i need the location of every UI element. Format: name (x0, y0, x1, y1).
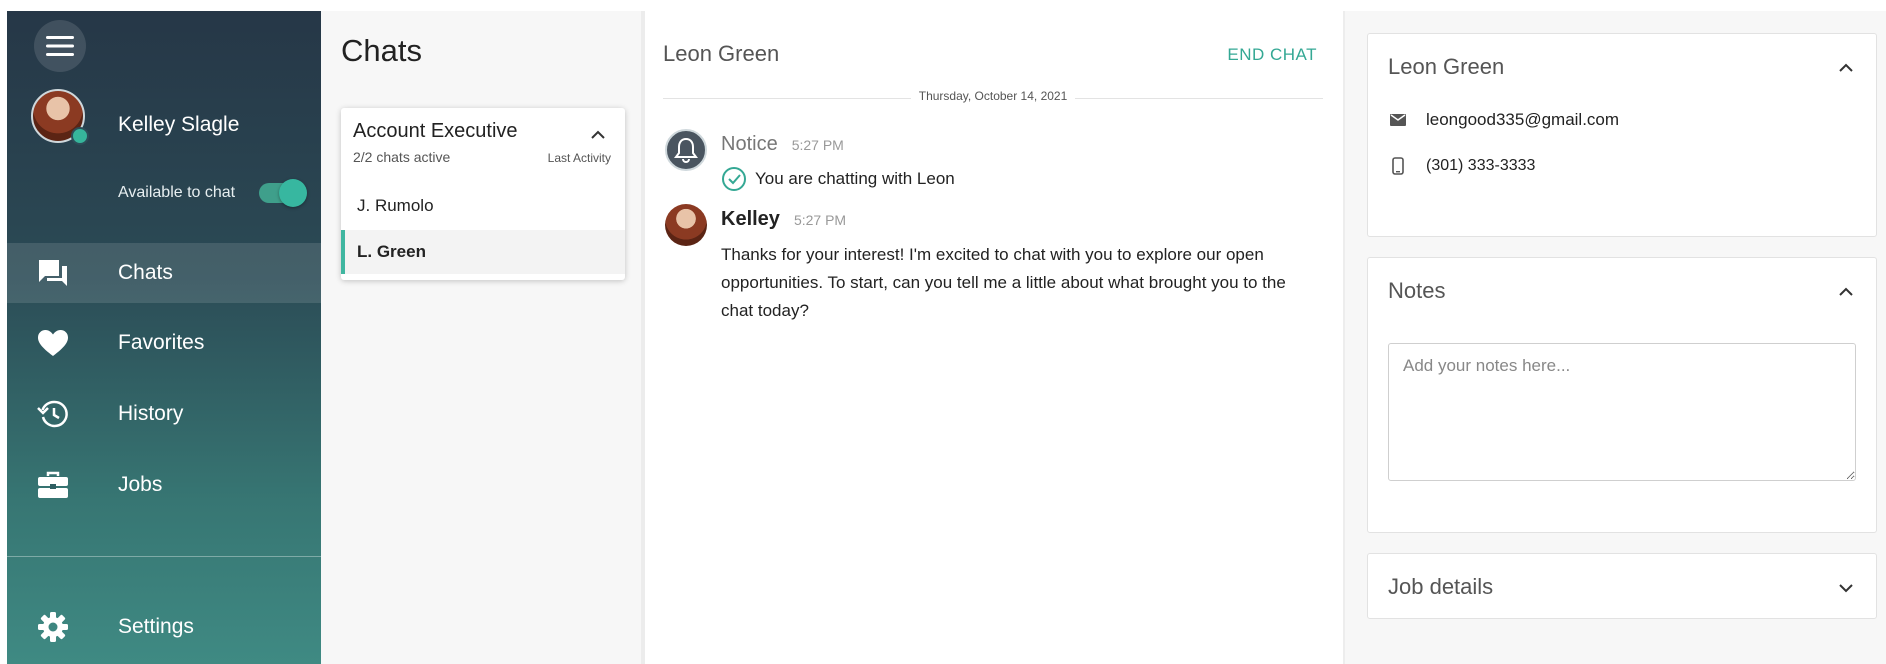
sidebar-item-chats[interactable]: Chats (7, 243, 321, 303)
bell-icon (674, 137, 698, 163)
chevron-up-icon[interactable] (587, 124, 609, 146)
sender-name: Notice (721, 133, 778, 155)
contact-phone-row: (301) 333-3333 (1388, 157, 1535, 175)
chevron-up-icon[interactable] (1834, 56, 1858, 80)
sender-avatar (665, 204, 707, 246)
notes-title: Notes (1388, 278, 1446, 303)
contact-email[interactable]: leongood335@gmail.com (1426, 110, 1619, 130)
contact-phone[interactable]: (301) 333-3333 (1426, 157, 1535, 175)
chat-list-item[interactable]: L. Green (341, 230, 625, 274)
message-time: 5:27 PM (791, 137, 844, 153)
date-label: Thursday, October 14, 2021 (910, 89, 1076, 103)
sidebar-item-label: History (118, 402, 184, 425)
sidebar-item-settings[interactable]: Settings (7, 597, 321, 657)
sidebar: Kelley Slagle Available to chat Chats Fa… (7, 11, 321, 664)
chat-icon (35, 255, 71, 291)
date-separator: Thursday, October 14, 2021 (649, 89, 1337, 103)
heart-icon (35, 325, 71, 361)
sender-name: Kelley (721, 208, 780, 230)
page-title: Chats (341, 33, 422, 68)
details-panel: Leon Green leongood335@gmail.com (301) 3… (1343, 11, 1886, 664)
notes-card: Notes (1367, 257, 1877, 533)
phone-icon (1388, 157, 1408, 175)
job-details-title: Job details (1388, 574, 1494, 599)
notice-text: You are chatting with Leon (755, 169, 955, 188)
sidebar-item-label: Favorites (118, 331, 205, 354)
notice-avatar (665, 129, 707, 171)
message-sender: Kelley 5:27 PM (721, 208, 846, 231)
sidebar-item-label: Chats (118, 261, 173, 284)
end-chat-button[interactable]: END CHAT (1227, 45, 1317, 65)
app-window: Kelley Slagle Available to chat Chats Fa… (0, 0, 1886, 664)
sidebar-divider (7, 556, 321, 557)
contact-email-row: leongood335@gmail.com (1388, 110, 1619, 130)
mail-icon (1388, 114, 1408, 126)
chat-list-item[interactable]: J. Rumolo (341, 184, 625, 228)
queue-name: Account Executive (353, 120, 518, 142)
active-chats-count: 2/2 chats active (353, 149, 451, 165)
user-name: Kelley Slagle (118, 113, 240, 136)
sidebar-item-history[interactable]: History (7, 384, 321, 444)
hamburger-icon (46, 36, 74, 56)
sort-label: Last Activity (547, 151, 611, 165)
menu-button[interactable] (34, 20, 86, 72)
sidebar-item-label: Settings (118, 615, 194, 638)
contact-name: Leon Green (1388, 54, 1505, 79)
chat-queue-card: Account Executive 2/2 chats active Last … (341, 108, 625, 280)
conversation-title: Leon Green (663, 41, 780, 66)
sidebar-item-label: Jobs (118, 473, 163, 496)
availability-label: Available to chat (118, 184, 236, 201)
message-time: 5:27 PM (793, 212, 847, 228)
contact-card: Leon Green leongood335@gmail.com (301) 3… (1367, 33, 1877, 237)
chat-contact-name: J. Rumolo (357, 196, 434, 215)
notice-message: You are chatting with Leon (721, 166, 955, 192)
job-details-card[interactable]: Job details (1367, 553, 1877, 619)
availability-toggle[interactable] (259, 179, 307, 207)
gear-icon (35, 609, 71, 645)
chevron-down-icon[interactable] (1834, 576, 1858, 600)
message-text: Thanks for your interest! I'm excited to… (721, 245, 1286, 320)
message-sender: Notice 5:27 PM (721, 133, 844, 156)
sidebar-item-jobs[interactable]: Jobs (7, 455, 321, 515)
toggle-knob (279, 179, 307, 207)
briefcase-icon (35, 467, 71, 503)
chat-contact-name: L. Green (357, 242, 426, 261)
notes-textarea[interactable] (1388, 343, 1856, 481)
conversation-panel: Leon Green END CHAT Thursday, October 14… (649, 11, 1343, 664)
history-icon (35, 396, 71, 432)
online-status-dot (71, 127, 89, 145)
check-circle-icon (722, 167, 746, 191)
sidebar-item-favorites[interactable]: Favorites (7, 313, 321, 373)
user-avatar[interactable] (31, 89, 89, 145)
chats-list-panel: Chats Account Executive 2/2 chats active… (321, 11, 645, 664)
chevron-up-icon[interactable] (1834, 280, 1858, 304)
